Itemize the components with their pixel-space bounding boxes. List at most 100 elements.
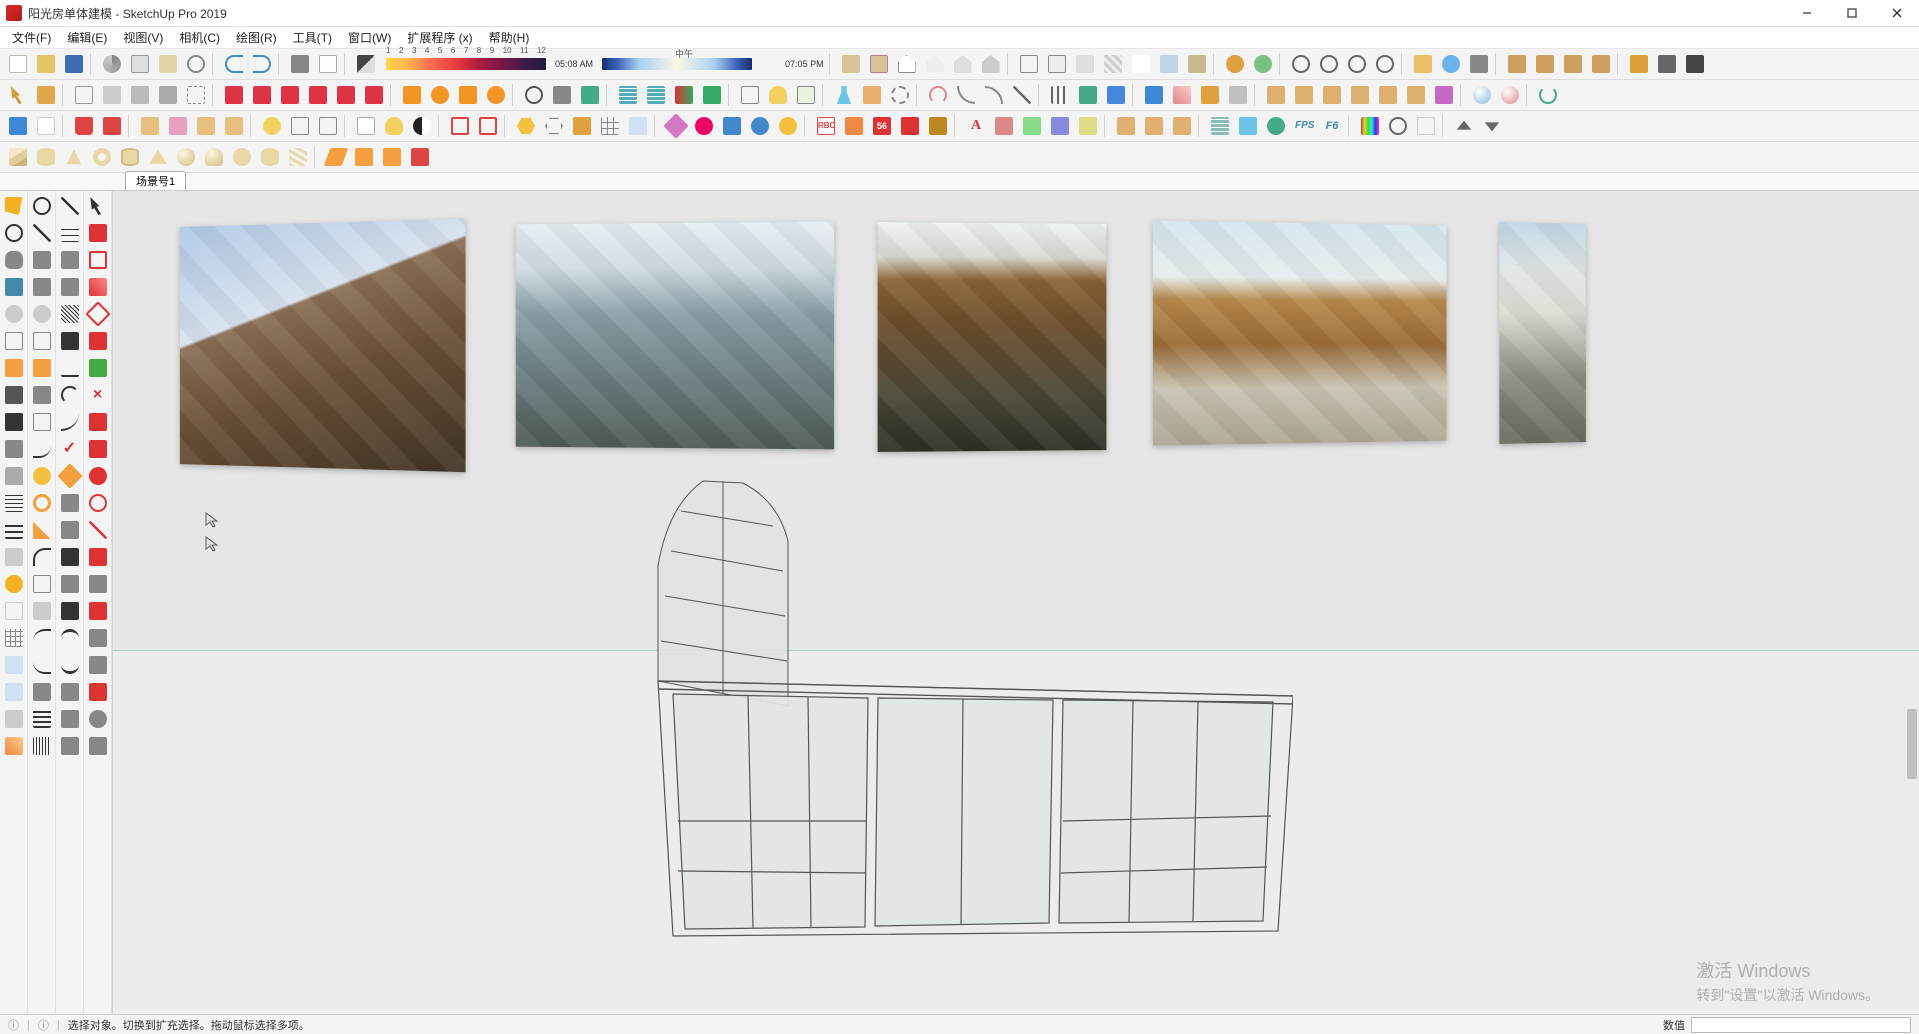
lc4-cube-2-icon[interactable] bbox=[86, 734, 110, 758]
tree-icon[interactable] bbox=[577, 82, 603, 108]
flask-2-icon[interactable] bbox=[1235, 113, 1261, 139]
grid-4-icon[interactable] bbox=[597, 113, 623, 139]
style-xray-icon[interactable] bbox=[1156, 51, 1182, 77]
shape-cylinder-icon[interactable] bbox=[33, 144, 59, 170]
style-tex-icon[interactable] bbox=[1100, 51, 1126, 77]
lc2-cloud-icon[interactable] bbox=[30, 302, 54, 326]
trash-2-icon[interactable] bbox=[99, 113, 125, 139]
arc-arrow-icon[interactable] bbox=[925, 82, 951, 108]
lc3-check-icon[interactable]: ✓ bbox=[58, 437, 82, 461]
shape-torus-icon[interactable] bbox=[89, 144, 115, 170]
lc3-brush-icon[interactable] bbox=[58, 491, 82, 515]
lc3-diamond-icon[interactable] bbox=[58, 464, 82, 488]
section-cut-icon[interactable] bbox=[1560, 51, 1586, 77]
menu-file[interactable]: 文件(F) bbox=[4, 27, 59, 48]
blank-1-icon[interactable] bbox=[1413, 113, 1439, 139]
house-view-icon[interactable] bbox=[894, 51, 920, 77]
hex-o-icon[interactable] bbox=[541, 113, 567, 139]
lc2-sphere-icon[interactable] bbox=[30, 194, 54, 218]
lc-lock-icon[interactable] bbox=[2, 464, 26, 488]
reference-image-3[interactable] bbox=[878, 222, 1107, 452]
lc3-cross-icon[interactable] bbox=[58, 329, 82, 353]
lc2-sun-icon[interactable] bbox=[30, 464, 54, 488]
spectrum-icon[interactable] bbox=[1357, 113, 1383, 139]
bulb-icon[interactable] bbox=[381, 113, 407, 139]
cube-3d-1-icon[interactable] bbox=[1113, 113, 1139, 139]
cube-wire-icon[interactable] bbox=[183, 82, 209, 108]
scissors-icon[interactable] bbox=[549, 82, 575, 108]
arrow-sel-2-icon[interactable] bbox=[1103, 82, 1129, 108]
blue-panel-icon[interactable] bbox=[1141, 82, 1167, 108]
lc3-arc-3-icon[interactable] bbox=[58, 653, 82, 677]
box-tan-3-icon[interactable] bbox=[1319, 82, 1345, 108]
layer-stack-3-icon[interactable] bbox=[379, 144, 405, 170]
lc4-arrow-r-icon[interactable] bbox=[86, 410, 110, 434]
lc-cube-2-icon[interactable] bbox=[2, 707, 26, 731]
layer-stack-4-icon[interactable] bbox=[407, 144, 433, 170]
section-icon[interactable] bbox=[1504, 51, 1530, 77]
lc2-worm-icon[interactable] bbox=[30, 680, 54, 704]
house-view-2-icon[interactable] bbox=[922, 51, 948, 77]
menu-window[interactable]: 窗口(W) bbox=[340, 27, 399, 48]
lc3-dark-2-icon[interactable] bbox=[58, 599, 82, 623]
lc-box-o-icon[interactable] bbox=[2, 356, 26, 380]
select-icon[interactable] bbox=[5, 82, 31, 108]
paste-icon[interactable] bbox=[155, 51, 181, 77]
flag-2-icon[interactable] bbox=[1225, 82, 1251, 108]
sphere-icon[interactable] bbox=[1469, 82, 1495, 108]
lc4-x-icon[interactable]: × bbox=[86, 383, 110, 407]
reference-image-1[interactable] bbox=[180, 219, 466, 472]
lc3-layers-icon[interactable] bbox=[58, 518, 82, 542]
sq-white-icon[interactable] bbox=[33, 113, 59, 139]
tool-x1-icon[interactable] bbox=[991, 113, 1017, 139]
shape-box-icon[interactable] bbox=[5, 144, 31, 170]
lc2-lines-icon[interactable] bbox=[30, 707, 54, 731]
reference-image-4[interactable] bbox=[1153, 220, 1447, 445]
maximize-button[interactable] bbox=[1829, 0, 1874, 27]
doc-icon[interactable] bbox=[353, 113, 379, 139]
plugin-b-icon[interactable] bbox=[1250, 51, 1276, 77]
red-stamp-1-icon[interactable] bbox=[221, 82, 247, 108]
zoom-ext-icon[interactable] bbox=[1344, 51, 1370, 77]
lc3-arc-2-icon[interactable] bbox=[58, 626, 82, 650]
zoom-icon[interactable] bbox=[1288, 51, 1314, 77]
rect-icon[interactable] bbox=[793, 82, 819, 108]
lc4-wrench-icon[interactable] bbox=[86, 626, 110, 650]
lc4-drop-icon[interactable] bbox=[86, 437, 110, 461]
vray-sphere-icon[interactable] bbox=[2, 221, 26, 245]
lc-cam-3-icon[interactable] bbox=[2, 410, 26, 434]
lc3-wave-icon[interactable] bbox=[58, 356, 82, 380]
lc2-rect-2-icon[interactable] bbox=[30, 572, 54, 596]
lc2-curve-1-icon[interactable] bbox=[30, 437, 54, 461]
lc3-line-icon[interactable] bbox=[58, 194, 82, 218]
close-button[interactable] bbox=[1874, 0, 1919, 27]
red-stamp-4-icon[interactable] bbox=[305, 82, 331, 108]
scene-tab-1[interactable]: 场景号1 bbox=[125, 171, 186, 190]
cube-o-icon[interactable] bbox=[859, 82, 885, 108]
lc4-cube-icon[interactable] bbox=[86, 653, 110, 677]
reference-image-2[interactable] bbox=[516, 222, 834, 450]
delete-icon[interactable] bbox=[183, 51, 209, 77]
plugin-c-icon[interactable] bbox=[1626, 51, 1652, 77]
tan-sq-2-icon[interactable] bbox=[193, 113, 219, 139]
chevron-up-icon[interactable] bbox=[1451, 113, 1477, 139]
vray-icon[interactable] bbox=[2, 194, 26, 218]
earth-icon[interactable] bbox=[1263, 113, 1289, 139]
lc2-curve-2-icon[interactable] bbox=[30, 626, 54, 650]
status-info-icon-1[interactable]: ⓘ bbox=[8, 1017, 19, 1033]
menu-ext[interactable]: 扩展程序 (x) bbox=[399, 27, 480, 48]
style-back-icon[interactable] bbox=[1184, 51, 1210, 77]
lc-cam-icon[interactable] bbox=[2, 275, 26, 299]
shape-helix-icon[interactable] bbox=[285, 144, 311, 170]
menu-view[interactable]: 视图(V) bbox=[115, 27, 171, 48]
lc2-ring-icon[interactable] bbox=[30, 491, 54, 515]
layer-stack-icon[interactable] bbox=[323, 144, 349, 170]
status-info-icon-2[interactable]: ⓘ bbox=[38, 1017, 49, 1033]
lc2-tri-icon[interactable] bbox=[30, 518, 54, 542]
red-mark-2-icon[interactable] bbox=[475, 113, 501, 139]
lc4-sphere-icon[interactable] bbox=[86, 464, 110, 488]
refresh-icon[interactable] bbox=[1535, 82, 1561, 108]
box-tan-1-icon[interactable] bbox=[1263, 82, 1289, 108]
box-tan-5-icon[interactable] bbox=[1375, 82, 1401, 108]
shape-hemi-icon[interactable] bbox=[201, 144, 227, 170]
